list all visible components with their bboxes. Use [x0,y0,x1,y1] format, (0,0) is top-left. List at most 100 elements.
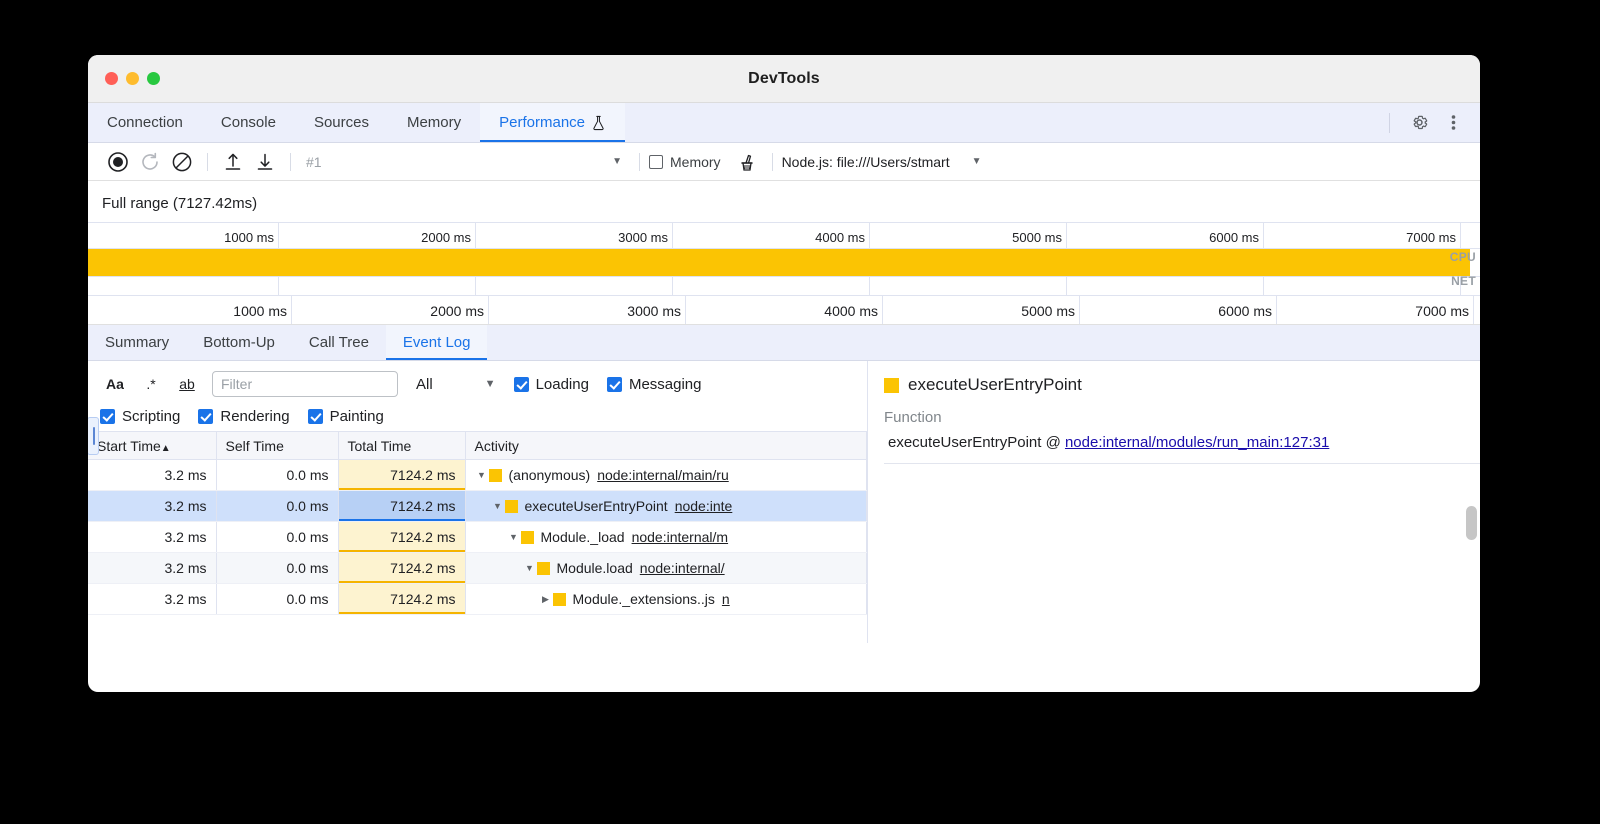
divider [639,153,640,171]
duration-filter-select[interactable]: All ▼ [416,376,496,393]
detail-stack-prefix: executeUserEntryPoint @ [888,434,1065,451]
tab-performance[interactable]: Performance [480,103,625,142]
expand-triangle-icon[interactable]: ▼ [475,470,489,480]
table-row[interactable]: 3.2 ms 0.0 ms 7124.2 ms ▼ (anonymous [88,460,867,491]
tab-bottom-up[interactable]: Bottom-Up [186,325,292,360]
table-row[interactable]: 3.2 ms 0.0 ms 7124.2 ms ▶ Module._ex [88,584,867,615]
tab-sources[interactable]: Sources [295,103,388,142]
tick-label: 1000 ms [233,303,287,319]
checkbox-box [198,409,213,424]
download-profile-icon[interactable] [249,146,281,178]
target-label: Node.js: file:///Users/stmart [782,154,950,170]
tab-event-log[interactable]: Event Log [386,325,488,360]
record-icon[interactable] [102,146,134,178]
column-header-activity[interactable]: Activity [465,432,867,460]
cell-start-time: 3.2 ms [88,522,216,553]
tab-summary[interactable]: Summary [88,325,186,360]
more-options-icon[interactable] [1438,108,1468,138]
chevron-down-icon: ▼ [612,156,622,167]
tick-label: 6000 ms [1218,303,1272,319]
cell-activity: ▼ Module.load node:internal/ [465,553,867,584]
event-log-table: Start Time▲ Self Time Total Time Activit… [88,431,867,615]
tab-connection[interactable]: Connection [88,103,202,142]
cell-activity: ▼ executeUserEntryPoint node:inte [465,491,867,522]
expand-triangle-icon[interactable]: ▼ [491,501,505,511]
filter-row-secondary: Scripting Rendering Painting [88,408,867,425]
column-header-total-time[interactable]: Total Time [338,432,465,460]
cell-total-time: 7124.2 ms [338,553,465,584]
table-row[interactable]: 3.2 ms 0.0 ms 7124.2 ms ▼ Module._lo [88,522,867,553]
event-detail-pane: executeUserEntryPoint Function executeUs… [868,361,1480,643]
activity-url[interactable]: node:internal/m [632,529,729,545]
upload-profile-icon[interactable] [217,146,249,178]
cpu-track[interactable]: CPU [88,249,1480,277]
table-body: 3.2 ms 0.0 ms 7124.2 ms ▼ (anonymous [88,460,867,615]
category-color-swatch [884,378,899,393]
cell-self-time: 0.0 ms [216,584,338,615]
detail-source-link[interactable]: node:internal/modules/run_main:127:31 [1065,434,1329,451]
checkbox-box [607,377,622,392]
tab-console[interactable]: Console [202,103,295,142]
tick-label: 5000 ms [1012,230,1062,245]
activity-url[interactable]: n [722,591,730,607]
details-tab-bar: Summary Bottom-Up Call Tree Event Log [88,325,1480,361]
tab-memory[interactable]: Memory [388,103,480,142]
category-painting-checkbox[interactable]: Painting [308,408,384,425]
category-label: Rendering [220,408,289,425]
category-scripting-checkbox[interactable]: Scripting [100,408,180,425]
activity-url[interactable]: node:inte [675,498,733,514]
memory-checkbox[interactable]: Memory [649,154,721,170]
profile-selector[interactable]: #1 ▼ [300,154,630,170]
table-row[interactable]: 3.2 ms 0.0 ms 7124.2 ms ▼ Module.loa [88,553,867,584]
total-time-value: 7124.2 ms [390,467,455,483]
collect-garbage-icon[interactable] [731,146,763,178]
category-label: Scripting [122,408,180,425]
activity-url[interactable]: node:internal/main/ru [597,467,729,483]
tick-label: 4000 ms [815,230,865,245]
net-track[interactable]: NET [88,277,1480,295]
detail-title: executeUserEntryPoint [884,375,1480,395]
activity-name: Module._extensions..js [573,591,715,607]
settings-icon[interactable] [1404,108,1434,138]
total-time-value: 7124.2 ms [390,560,455,576]
category-messaging-checkbox[interactable]: Messaging [607,376,702,393]
whole-word-icon[interactable]: ab [172,371,202,397]
cell-start-time: 3.2 ms [88,491,216,522]
target-chevron-down-icon[interactable]: ▼ [972,156,982,167]
total-time-value: 7124.2 ms [390,529,455,545]
tab-label: Connection [107,114,183,131]
filter-input[interactable] [212,371,398,397]
expand-triangle-icon[interactable]: ▼ [507,532,521,542]
overview-scrollbar-thumb[interactable] [1466,506,1477,540]
cell-start-time: 3.2 ms [88,553,216,584]
cpu-track-label: CPU [1450,250,1476,264]
tick-label: 1000 ms [224,230,274,245]
expand-triangle-icon[interactable]: ▼ [523,563,537,573]
match-case-icon[interactable]: Aa [100,371,130,397]
regex-icon[interactable]: .* [136,371,166,397]
cell-total-time: 7124.2 ms [338,491,465,522]
column-header-start-time[interactable]: Start Time▲ [88,432,216,460]
tick-label: 2000 ms [421,230,471,245]
filter-row-primary: Aa .* ab All ▼ Loading [88,371,867,397]
reload-icon[interactable] [134,146,166,178]
column-header-self-time[interactable]: Self Time [216,432,338,460]
activity-url[interactable]: node:internal/ [640,560,725,576]
range-handle-left[interactable] [88,417,99,455]
tab-label: Memory [407,114,461,131]
divider [1389,113,1390,133]
tab-label: Sources [314,114,369,131]
category-loading-checkbox[interactable]: Loading [514,376,589,393]
details-area: Aa .* ab All ▼ Loading [88,361,1480,643]
divider [290,153,291,171]
duration-filter-label: All [416,376,433,393]
screen: DevTools Connection Console Sources Memo… [0,0,1600,824]
expand-triangle-icon[interactable]: ▶ [539,594,553,605]
tab-call-tree[interactable]: Call Tree [292,325,386,360]
column-label: Start Time [97,438,161,454]
clear-icon[interactable] [166,146,198,178]
cell-self-time: 0.0 ms [216,491,338,522]
cpu-activity-bar [88,249,1470,276]
category-rendering-checkbox[interactable]: Rendering [198,408,289,425]
table-row[interactable]: 3.2 ms 0.0 ms 7124.2 ms ▼ executeUse [88,491,867,522]
